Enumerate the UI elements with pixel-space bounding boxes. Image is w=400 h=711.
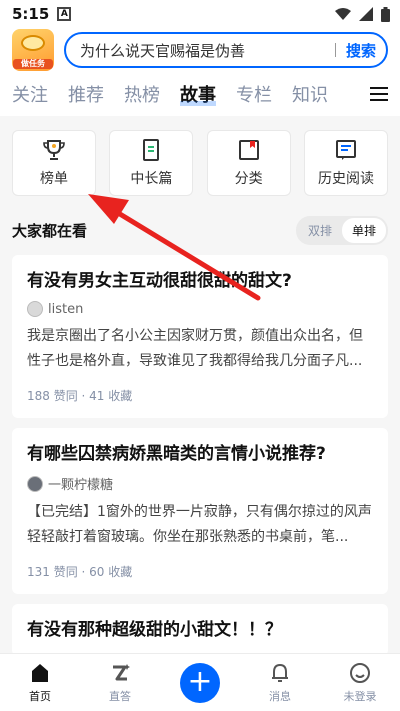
avatar	[27, 475, 43, 492]
card-title[interactable]: 有没有男女主互动很甜很甜的甜文?	[27, 269, 373, 293]
section-header: 大家都在看 双排 单排	[0, 216, 400, 245]
logo-text: 做任务	[13, 59, 53, 69]
author-name: 一颗柠檬糖	[48, 478, 114, 493]
card-author[interactable]: 一颗柠檬糖	[27, 474, 373, 493]
task-logo[interactable]: 做任务	[12, 29, 54, 71]
story-card[interactable]: 有没有那种超级甜的小甜文！！？	[12, 604, 388, 656]
nav-label: 未登录	[343, 689, 377, 703]
nav-profile[interactable]: 未登录	[330, 662, 390, 704]
author-name: listen	[48, 301, 84, 317]
card-title[interactable]: 有哪些囚禁病娇黑暗类的言情小说推荐?	[27, 442, 373, 466]
section-title: 大家都在看	[12, 222, 88, 240]
quick-link-label: 历史阅读	[317, 171, 374, 187]
nav-live[interactable]: 直答	[90, 662, 150, 704]
story-card[interactable]: 有没有男女主互动很甜很甜的甜文? listen 我是京圈出了名小公主因家财万贯，…	[12, 255, 388, 418]
trophy-icon	[43, 140, 65, 160]
bottom-nav: 首页 直答 + 消息 未登录	[0, 653, 400, 711]
quick-link-label: 分类	[234, 171, 263, 187]
tab-hot[interactable]: 热榜	[124, 81, 160, 107]
tab-stories[interactable]: 故事	[180, 81, 216, 107]
tab-follow[interactable]: 关注	[12, 81, 48, 107]
search-bar[interactable]: 为什么说天官赐福是伪善 搜索	[64, 32, 388, 68]
quick-links: 榜单 中长篇 分类 历史阅读	[0, 130, 400, 196]
quick-link-label: 中长篇	[130, 171, 173, 187]
nav-label: 首页	[29, 689, 51, 703]
plus-icon: +	[180, 662, 220, 703]
quick-link-categories[interactable]: 分类	[206, 130, 291, 196]
card-stats: 131 赞同 · 60 收藏	[27, 565, 133, 579]
bell-icon	[272, 663, 288, 682]
tab-columns[interactable]: 专栏	[236, 81, 272, 107]
nav-home[interactable]: 首页	[10, 662, 70, 704]
home-icon	[32, 663, 48, 682]
zhida-icon	[113, 663, 130, 680]
book-icon	[143, 139, 160, 161]
toggle-single[interactable]: 单排	[341, 218, 386, 243]
status-time: 5:15	[12, 5, 50, 23]
status-bar: 5:15 A	[0, 0, 400, 28]
battery-icon	[381, 6, 390, 22]
nav-create[interactable]: +	[170, 662, 230, 703]
nav-label: 消息	[269, 689, 291, 703]
tab-recommend[interactable]: 推荐	[68, 81, 104, 107]
search-input[interactable]: 为什么说天官赐福是伪善	[80, 40, 325, 61]
nav-messages[interactable]: 消息	[250, 662, 310, 704]
status-indicators	[335, 6, 390, 22]
coin-icon	[21, 35, 45, 51]
card-title[interactable]: 有没有那种超级甜的小甜文！！？	[27, 618, 373, 642]
quick-link-long-stories[interactable]: 中长篇	[109, 130, 194, 196]
category-icon	[238, 140, 259, 160]
card-excerpt: 【已完结】1窗外的世界一片寂静，只有偶尔掠过的风声轻轻敲打着窗玻璃。你坐在那张熟…	[27, 504, 372, 545]
quick-link-label: 榜单	[40, 171, 68, 187]
tab-bar: 关注 推荐 热榜 故事 专栏 知识	[12, 72, 388, 116]
card-author[interactable]: listen	[27, 301, 373, 317]
menu-icon[interactable]	[370, 87, 388, 101]
header: 做任务 为什么说天官赐福是伪善 搜索 关注 推荐 热榜 故事 专栏 知识	[0, 28, 400, 116]
wifi-icon	[335, 8, 351, 20]
tab-knowledge[interactable]: 知识	[292, 81, 328, 107]
quick-link-ranking[interactable]: 榜单	[12, 130, 96, 196]
avatar	[27, 301, 43, 317]
toggle-double[interactable]: 双排	[298, 218, 342, 243]
card-excerpt: 我是京圈出了名小公主因家财万贯，颜值出众出名，但性子也是格外直，导致谁见了我都得…	[27, 328, 363, 369]
story-card[interactable]: 有哪些囚禁病娇黑暗类的言情小说推荐? 一颗柠檬糖 【已完结】1窗外的世界一片寂静…	[12, 428, 388, 594]
history-icon	[335, 140, 356, 160]
search-button[interactable]: 搜索	[346, 40, 376, 61]
notification-icon: A	[57, 7, 72, 21]
layout-toggle: 双排 单排	[295, 216, 388, 245]
profile-icon	[350, 662, 370, 683]
nav-label: 直答	[109, 689, 131, 703]
search-row: 做任务 为什么说天官赐福是伪善 搜索	[12, 28, 388, 72]
card-stats: 188 赞同 · 41 收藏	[27, 389, 133, 403]
signal-icon	[359, 7, 373, 21]
search-divider	[334, 43, 336, 57]
quick-link-history[interactable]: 历史阅读	[303, 130, 388, 196]
